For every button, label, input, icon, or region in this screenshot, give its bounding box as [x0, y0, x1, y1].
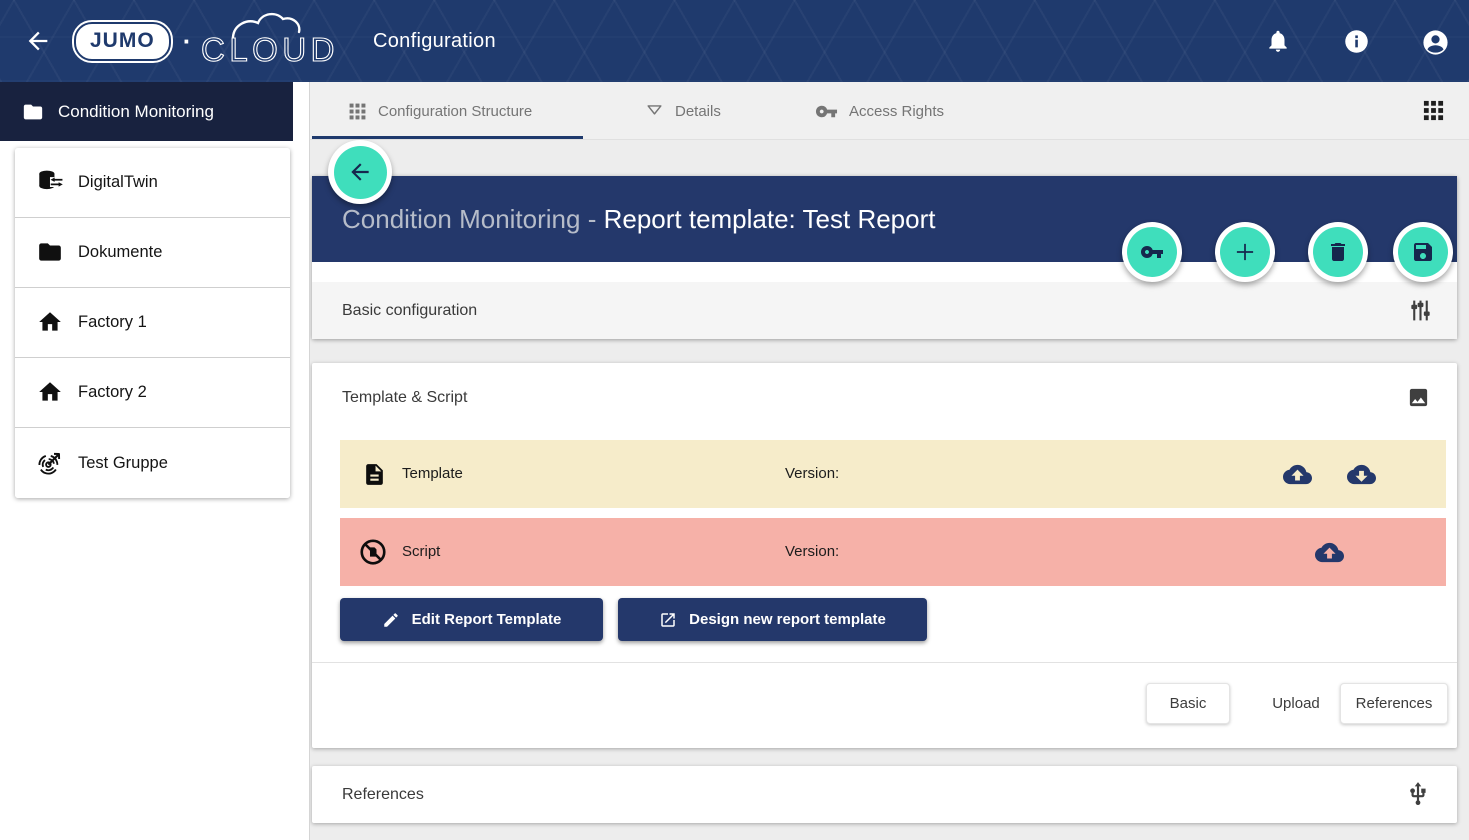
target-icon — [37, 450, 64, 477]
sidebar-item-factory-1[interactable]: Factory 1 — [15, 288, 290, 358]
grid-view-icon[interactable] — [1422, 99, 1445, 122]
references-section: References — [312, 766, 1457, 823]
sidebar-item-condition-monitoring[interactable]: Condition Monitoring — [0, 82, 293, 141]
sidebar-item-label: DigitalTwin — [78, 173, 158, 192]
sidebar-item-label: Test Gruppe — [78, 454, 168, 473]
script-row-label: Script — [402, 543, 440, 560]
references-label: References — [342, 786, 424, 804]
references-button[interactable]: References — [1340, 683, 1448, 724]
document-icon — [362, 462, 387, 487]
sidebar-item-label: Factory 2 — [78, 383, 147, 402]
filter-icon — [645, 102, 664, 121]
cloud-upload-icon[interactable] — [1283, 460, 1312, 489]
tab-bar: Configuration Structure Details Access R… — [310, 82, 1469, 140]
digital-twin-icon — [37, 169, 64, 196]
template-row-label: Template — [402, 465, 463, 482]
home-icon — [37, 379, 64, 406]
script-off-icon — [358, 537, 388, 567]
script-version-label: Version: — [785, 543, 839, 560]
tune-sliders-icon[interactable] — [1408, 298, 1433, 323]
sidebar-item-factory-2[interactable]: Factory 2 — [15, 358, 290, 428]
design-new-report-template-label: Design new report template — [689, 611, 886, 628]
page-title: Configuration — [373, 0, 496, 82]
template-version-label: Version: — [785, 465, 839, 482]
add-button[interactable] — [1215, 222, 1275, 282]
delete-trash-button[interactable] — [1308, 222, 1368, 282]
template-script-title: Template & Script — [342, 389, 467, 407]
sidebar-item-label: Dokumente — [78, 243, 162, 262]
active-tab-indicator — [312, 136, 583, 139]
access-key-button[interactable] — [1122, 222, 1182, 282]
basic-configuration-section: Basic configuration — [312, 282, 1457, 339]
sidebar-header-label: Condition Monitoring — [58, 102, 214, 122]
tab-label: Configuration Structure — [378, 103, 532, 120]
banner-spacer — [312, 262, 1457, 282]
tab-label: Details — [675, 103, 721, 120]
key-icon — [815, 100, 838, 123]
main-panel: Configuration Structure Details Access R… — [310, 82, 1469, 840]
info-icon[interactable] — [1343, 28, 1369, 54]
usb-icon[interactable] — [1405, 781, 1431, 807]
jumo-cloud-logo[interactable]: JUMO · CLOUD — [74, 9, 357, 73]
edit-report-template-button[interactable]: Edit Report Template — [340, 598, 603, 641]
basic-configuration-label: Basic configuration — [342, 302, 477, 320]
notifications-bell-icon[interactable] — [1265, 28, 1291, 54]
account-avatar-icon[interactable] — [1421, 28, 1447, 54]
open-in-new-icon — [659, 611, 677, 629]
report-template-banner-card: Condition Monitoring - Report template: … — [312, 176, 1457, 339]
banner-header: Condition Monitoring - Report template: … — [312, 176, 1457, 262]
upload-button[interactable]: Upload — [1254, 683, 1338, 724]
design-new-report-template-button[interactable]: Design new report template — [618, 598, 927, 641]
pencil-icon — [382, 611, 400, 629]
breadcrumb: Condition Monitoring - — [342, 204, 604, 234]
basic-button[interactable]: Basic — [1146, 683, 1230, 724]
template-row: Template Version: — [340, 440, 1446, 508]
sidebar: Condition Monitoring DigitalTwin — [0, 82, 310, 840]
tab-access-rights[interactable]: Access Rights — [815, 82, 944, 140]
back-arrow-icon[interactable] — [24, 27, 52, 55]
save-button[interactable] — [1393, 222, 1453, 282]
grid-icon — [348, 102, 367, 121]
banner-back-button[interactable] — [328, 140, 392, 204]
jumo-logo-pill: JUMO — [74, 22, 171, 61]
cloud-upload-icon[interactable] — [1315, 538, 1344, 567]
cloud-logo-text: CLOUD — [201, 31, 339, 68]
edit-report-template-label: Edit Report Template — [412, 611, 562, 628]
sidebar-item-label: Factory 1 — [78, 313, 147, 332]
template-script-card: Template & Script Template Version: — [312, 363, 1457, 748]
sidebar-item-list: DigitalTwin Dokumente Factory 1 Factory … — [15, 148, 290, 498]
folder-icon — [37, 239, 64, 266]
top-app-bar: JUMO · CLOUD Configuration — [0, 0, 1469, 82]
cloud-logo: CLOUD — [199, 9, 357, 73]
sidebar-item-digitaltwin[interactable]: DigitalTwin — [15, 148, 290, 218]
content-area: Condition Monitoring - Report template: … — [310, 140, 1469, 840]
app-window: JUMO · CLOUD Configuration — [0, 0, 1469, 840]
cloud-download-icon[interactable] — [1347, 460, 1376, 489]
folder-icon — [22, 101, 44, 123]
tab-label: Access Rights — [849, 103, 944, 120]
logo-separator-dot: · — [183, 26, 192, 57]
image-icon[interactable] — [1407, 386, 1430, 409]
banner-title: Report template: Test Report — [604, 204, 936, 234]
tab-details[interactable]: Details — [645, 82, 721, 140]
card-divider — [312, 662, 1457, 663]
sidebar-item-test-gruppe[interactable]: Test Gruppe — [15, 428, 290, 498]
script-row: Script Version: — [340, 518, 1446, 586]
sidebar-item-dokumente[interactable]: Dokumente — [15, 218, 290, 288]
home-icon — [37, 309, 64, 336]
tab-configuration-structure[interactable]: Configuration Structure — [348, 82, 532, 140]
